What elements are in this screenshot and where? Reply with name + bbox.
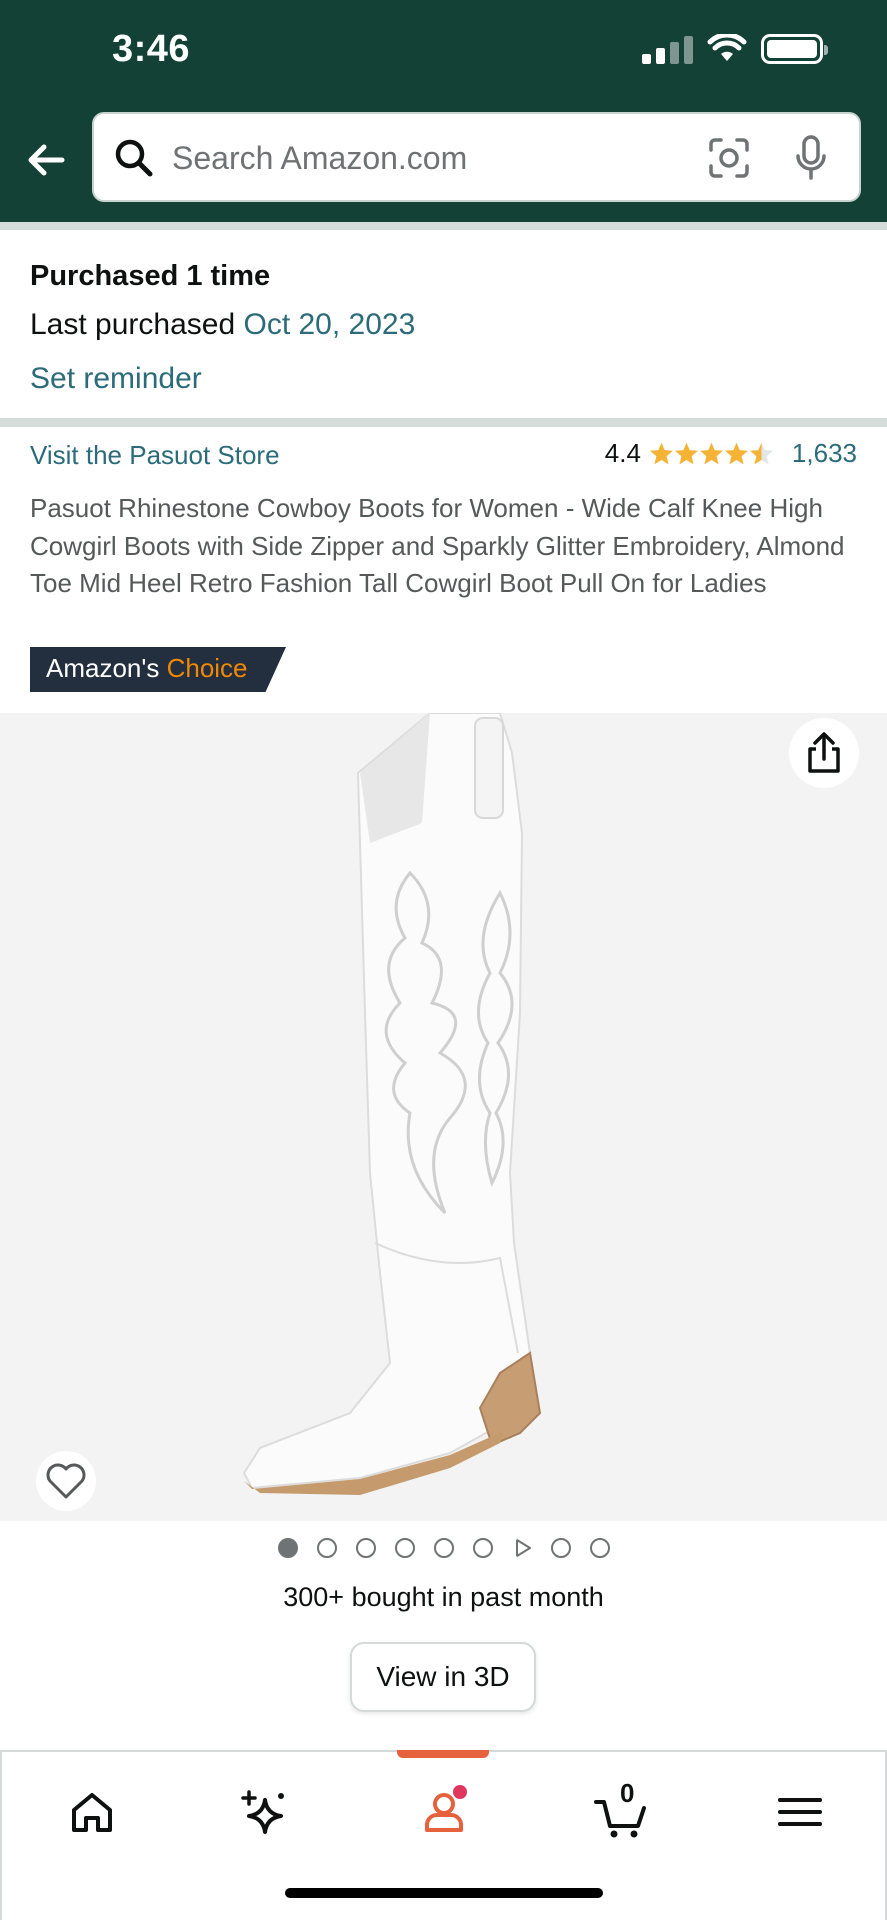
view-in-3d-button[interactable]: View in 3D (350, 1642, 536, 1712)
search-bar[interactable]: Search Amazon.com (92, 112, 861, 202)
status-icons (642, 34, 828, 64)
star-full-icon (724, 442, 748, 465)
carousel-dot[interactable] (589, 1538, 610, 1558)
account-icon[interactable] (414, 1782, 474, 1842)
product-title: Pasuot Rhinestone Cowboy Boots for Women… (30, 493, 845, 598)
star-full-icon (649, 442, 673, 465)
wifi-icon (707, 34, 747, 61)
badge-prefix: Amazon's (46, 653, 160, 683)
rating-value: 4.4 (604, 438, 641, 468)
amazons-choice-badge[interactable]: Amazon's Choice (30, 647, 286, 692)
purchase-history-panel: Purchased 1 time Last purchased Oct 20, … (0, 230, 887, 418)
camera-lens-icon[interactable] (707, 136, 751, 180)
carousel-dot[interactable] (472, 1538, 493, 1558)
cellular-signal-icon (642, 34, 693, 64)
carousel-dot[interactable] (550, 1538, 571, 1558)
set-reminder-link[interactable]: Set reminder (30, 362, 202, 396)
rating-summary[interactable]: 4.4 1,633 (605, 438, 857, 469)
share-button[interactable] (789, 718, 859, 788)
star-full-icon (699, 442, 723, 465)
status-time: 3:46 (112, 28, 191, 70)
purchased-times: Purchased 1 time (30, 260, 271, 292)
last-purchased: Last purchased Oct 20, 2023 (30, 308, 415, 342)
last-purchased-label: Last purchased (30, 308, 236, 341)
app-header: 3:46 Search Amazon.com (0, 0, 887, 222)
wishlist-button[interactable] (36, 1451, 96, 1511)
section-divider (0, 418, 887, 427)
home-indicator[interactable] (285, 1888, 603, 1898)
carousel-pagination (0, 1538, 887, 1558)
battery-icon (761, 34, 828, 64)
home-icon[interactable] (62, 1782, 122, 1842)
review-count-link[interactable]: 1,633 (792, 438, 857, 469)
active-tab-indicator (397, 1750, 489, 1758)
carousel-dot[interactable] (394, 1538, 415, 1558)
share-icon (808, 732, 840, 773)
search-icon (115, 139, 153, 177)
product-image[interactable] (200, 713, 680, 1521)
header-divider (0, 222, 887, 230)
star-half-icon (749, 442, 773, 465)
product-image-carousel[interactable] (0, 713, 887, 1521)
badge-suffix: Choice (166, 653, 248, 683)
menu-icon[interactable] (770, 1782, 830, 1842)
cart-button[interactable]: 0 (592, 1778, 652, 1842)
video-play-icon[interactable] (512, 1538, 532, 1558)
carousel-dot[interactable] (433, 1538, 454, 1558)
sparkle-icon[interactable] (235, 1782, 295, 1842)
carousel-dot[interactable] (277, 1538, 298, 1558)
star-rating-icon (649, 441, 774, 466)
store-link[interactable]: Visit the Pasuot Store (30, 440, 280, 471)
heart-icon (46, 1463, 86, 1499)
last-purchased-date-link[interactable]: Oct 20, 2023 (243, 308, 415, 341)
carousel-dot[interactable] (355, 1538, 376, 1558)
bought-count: 300+ bought in past month (283, 1582, 604, 1612)
cart-count: 0 (620, 1778, 635, 1808)
microphone-icon[interactable] (791, 134, 831, 182)
carousel-dot[interactable] (316, 1538, 337, 1558)
back-arrow-icon[interactable] (22, 136, 70, 184)
search-input[interactable]: Search Amazon.com (172, 140, 467, 177)
star-full-icon (674, 442, 698, 465)
